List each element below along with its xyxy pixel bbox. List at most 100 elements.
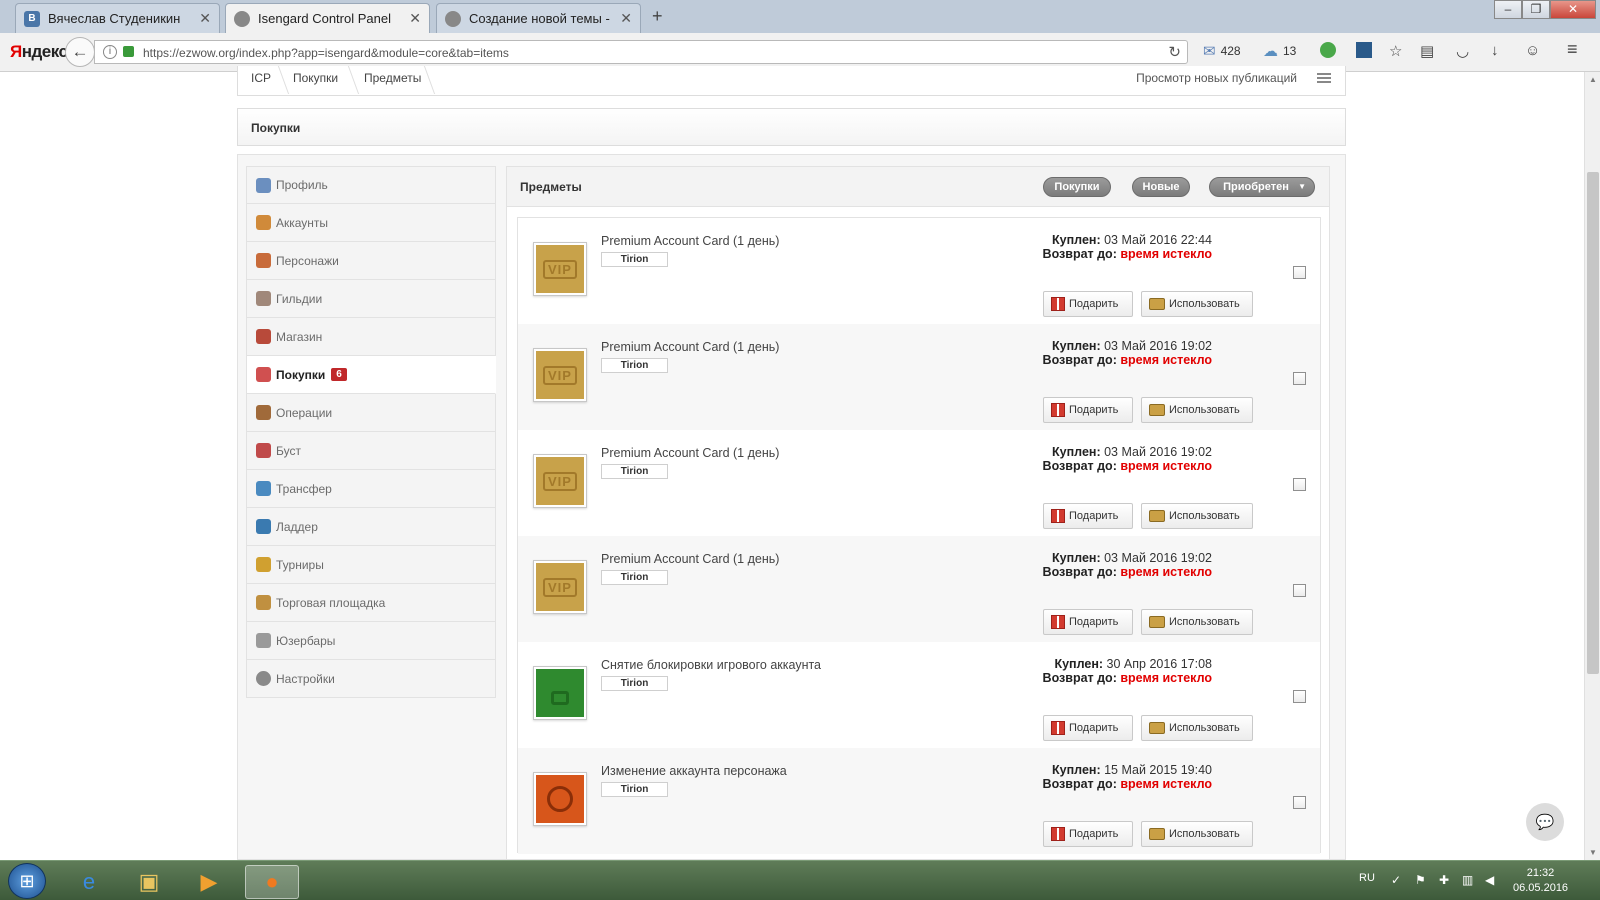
breadcrumb-item-icp[interactable]: ICP bbox=[251, 71, 271, 85]
item-thumbnail[interactable] bbox=[533, 772, 587, 826]
use-button[interactable]: Использовать bbox=[1141, 291, 1253, 317]
sidebar-item-ladder[interactable]: Ладдер bbox=[246, 508, 496, 546]
sidebar-item-marketplace[interactable]: Торговая площадка bbox=[246, 584, 496, 622]
tab-new-topic[interactable]: Создание новой темы - Is... ✕ bbox=[436, 3, 641, 33]
firefox-icon[interactable]: ● bbox=[245, 865, 299, 899]
address-bar[interactable]: i https://ezwow.org/index.php?app=isenga… bbox=[94, 40, 1188, 64]
volume-icon[interactable]: ◀ bbox=[1485, 873, 1494, 887]
clock[interactable]: 21:32 06.05.2016 bbox=[1513, 866, 1568, 896]
item-name[interactable]: Premium Account Card (1 день) bbox=[601, 552, 779, 566]
breadcrumb-item-purchases[interactable]: Покупки bbox=[293, 71, 338, 85]
media-player-icon[interactable]: ▶ bbox=[182, 865, 236, 899]
gift-button[interactable]: Подарить bbox=[1043, 503, 1133, 529]
sidebar-item-label: Персонажи bbox=[276, 253, 339, 268]
internet-explorer-icon[interactable]: e bbox=[62, 865, 116, 899]
extension-green-icon[interactable] bbox=[1320, 42, 1336, 58]
sidebar-item-profile[interactable]: Профиль bbox=[246, 166, 496, 204]
sidebar-item-guilds[interactable]: Гильдии bbox=[246, 280, 496, 318]
extension-p-icon[interactable] bbox=[1356, 42, 1372, 58]
network-flag-icon[interactable]: ⚑ bbox=[1415, 873, 1426, 887]
sidebar-item-settings[interactable]: Настройки bbox=[246, 660, 496, 698]
mail-button[interactable]: ✉ 428 bbox=[1203, 42, 1241, 60]
breadcrumb-item-items[interactable]: Предметы bbox=[364, 71, 421, 85]
back-button[interactable]: ← bbox=[65, 37, 95, 67]
menu-icon[interactable]: ≡ bbox=[1567, 39, 1578, 60]
minimize-button[interactable]: – bbox=[1494, 0, 1522, 19]
new-tab-button[interactable]: + bbox=[652, 6, 663, 27]
url-text[interactable]: https://ezwow.org/index.php?app=isengard… bbox=[143, 46, 509, 60]
reload-icon[interactable]: ↻ bbox=[1168, 43, 1181, 61]
lock-icon[interactable] bbox=[123, 46, 134, 57]
item-checkbox[interactable] bbox=[1293, 478, 1306, 491]
pocket-icon[interactable]: ◡ bbox=[1456, 42, 1469, 60]
item-checkbox[interactable] bbox=[1293, 266, 1306, 279]
gift-button[interactable]: Подарить bbox=[1043, 609, 1133, 635]
bookmark-star-icon[interactable]: ☆ bbox=[1389, 42, 1402, 60]
maximize-button[interactable]: ❐ bbox=[1522, 0, 1550, 19]
item-thumbnail[interactable]: VIP bbox=[533, 454, 587, 508]
use-button[interactable]: Использовать bbox=[1141, 397, 1253, 423]
item-thumbnail[interactable]: VIP bbox=[533, 348, 587, 402]
filter-acquired-dropdown[interactable]: Приобретен ▼ bbox=[1209, 177, 1315, 197]
gift-button[interactable]: Подарить bbox=[1043, 291, 1133, 317]
truck-icon bbox=[1149, 616, 1165, 628]
item-name[interactable]: Premium Account Card (1 день) bbox=[601, 340, 779, 354]
file-explorer-icon[interactable]: ▣ bbox=[122, 865, 176, 899]
item-name[interactable]: Снятие блокировки игрового аккаунта bbox=[601, 658, 821, 672]
use-button[interactable]: Использовать bbox=[1141, 609, 1253, 635]
network-icon[interactable]: ▥ bbox=[1462, 873, 1473, 887]
update-icon[interactable]: ✚ bbox=[1439, 873, 1449, 887]
tab-isengard[interactable]: Isengard Control Panel ✕ bbox=[225, 3, 430, 33]
use-button[interactable]: Использовать bbox=[1141, 715, 1253, 741]
info-icon[interactable]: i bbox=[103, 45, 117, 59]
sidebar-item-characters[interactable]: Персонажи bbox=[246, 242, 496, 280]
antivirus-icon[interactable]: ✓ bbox=[1391, 873, 1401, 887]
sidebar-item-transfer[interactable]: Трансфер bbox=[246, 470, 496, 508]
scroll-down-icon[interactable]: ▼ bbox=[1589, 848, 1597, 857]
sidebar-item-boost[interactable]: Буст bbox=[246, 432, 496, 470]
use-button[interactable]: Использовать bbox=[1141, 821, 1253, 847]
weather-button[interactable]: ☁ 13 bbox=[1263, 42, 1296, 60]
gift-button[interactable]: Подарить bbox=[1043, 397, 1133, 423]
chat-extension-icon[interactable]: ☺ bbox=[1525, 42, 1540, 59]
item-thumbnail[interactable]: VIP bbox=[533, 242, 587, 296]
page-scrollbar[interactable]: ▲ ▼ bbox=[1584, 72, 1600, 860]
start-button[interactable]: ⊞ bbox=[8, 863, 46, 899]
scroll-up-icon[interactable]: ▲ bbox=[1589, 75, 1597, 84]
sidebar-item-tournaments[interactable]: Турниры bbox=[246, 546, 496, 584]
sidebar-item-accounts[interactable]: Аккаунты bbox=[246, 204, 496, 242]
sidebar-item-purchases[interactable]: Покупки 6 bbox=[246, 356, 496, 394]
sidebar-item-userbars[interactable]: Юзербары bbox=[246, 622, 496, 660]
filter-purchases-button[interactable]: Покупки bbox=[1043, 177, 1111, 197]
chat-bubble-icon[interactable]: 💬 bbox=[1526, 803, 1564, 841]
close-tab-icon[interactable]: ✕ bbox=[409, 10, 421, 27]
item-thumbnail[interactable] bbox=[533, 666, 587, 720]
close-tab-icon[interactable]: ✕ bbox=[199, 10, 211, 27]
close-tab-icon[interactable]: ✕ bbox=[620, 10, 632, 27]
yandex-logo[interactable]: Яндекс bbox=[10, 42, 68, 62]
new-publications-link[interactable]: Просмотр новых публикаций bbox=[1136, 71, 1297, 85]
item-name[interactable]: Изменение аккаунта персонажа bbox=[601, 764, 787, 778]
use-button[interactable]: Использовать bbox=[1141, 503, 1253, 529]
filter-new-button[interactable]: Новые bbox=[1132, 177, 1190, 197]
gift-button[interactable]: Подарить bbox=[1043, 715, 1133, 741]
item-checkbox[interactable] bbox=[1293, 796, 1306, 809]
item-thumbnail[interactable]: VIP bbox=[533, 560, 587, 614]
item-name[interactable]: Premium Account Card (1 день) bbox=[601, 446, 779, 460]
item-name[interactable]: Premium Account Card (1 день) bbox=[601, 234, 779, 248]
scrollbar-thumb[interactable] bbox=[1587, 172, 1599, 674]
gift-button[interactable]: Подарить bbox=[1043, 821, 1133, 847]
download-icon[interactable]: ↓ bbox=[1491, 42, 1499, 59]
item-checkbox[interactable] bbox=[1293, 584, 1306, 597]
language-indicator[interactable]: RU bbox=[1359, 872, 1375, 884]
sidebar-item-shop[interactable]: Магазин bbox=[246, 318, 496, 356]
item-checkbox[interactable] bbox=[1293, 372, 1306, 385]
tab-vk[interactable]: B Вячеслав Студеникин ✕ bbox=[15, 3, 220, 33]
bought-date: 15 Май 2015 19:40 bbox=[1104, 763, 1212, 777]
reading-list-icon[interactable]: ▤ bbox=[1420, 42, 1434, 60]
close-window-button[interactable]: ✕ bbox=[1550, 0, 1596, 19]
item-checkbox[interactable] bbox=[1293, 690, 1306, 703]
vip-card-icon: VIP bbox=[536, 351, 584, 399]
sidebar-item-operations[interactable]: Операции bbox=[246, 394, 496, 432]
list-icon[interactable] bbox=[1317, 73, 1331, 83]
